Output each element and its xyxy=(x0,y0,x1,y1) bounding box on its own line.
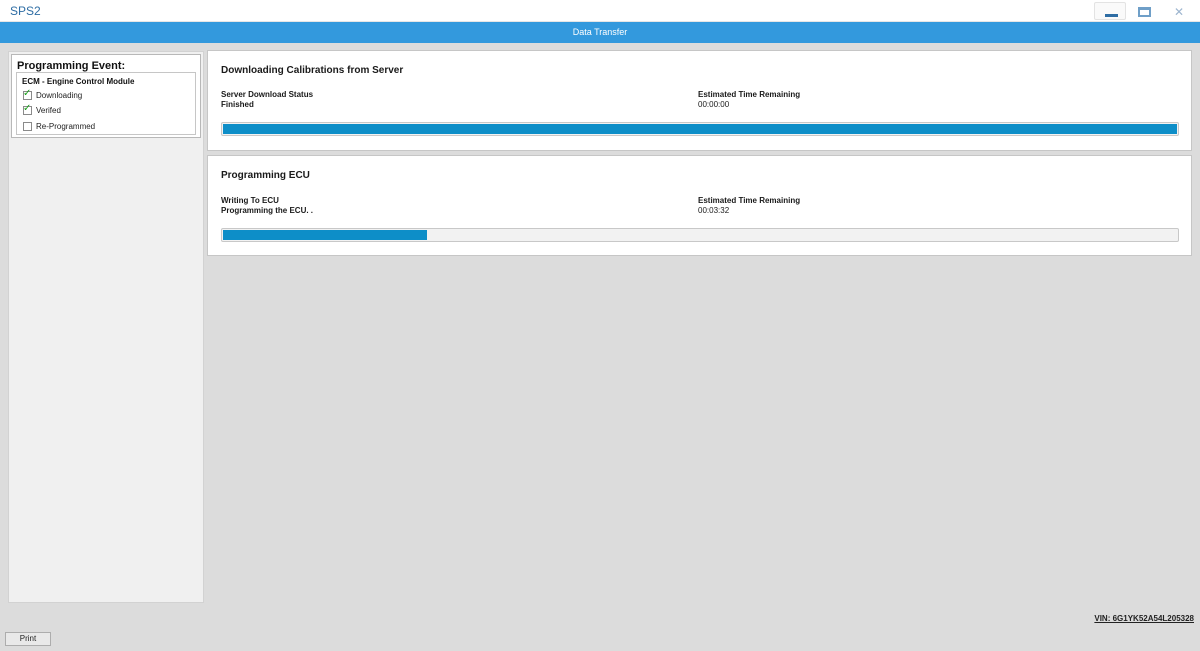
programming-progress-bar xyxy=(221,228,1179,242)
close-icon: ✕ xyxy=(1173,5,1185,19)
checkmark-icon: ✓ xyxy=(23,88,32,99)
checkbox-downloading: ✓ xyxy=(23,88,32,100)
page-header: Data Transfer xyxy=(0,22,1200,43)
programming-time-value: 00:03:32 xyxy=(698,206,730,215)
print-button[interactable]: Print xyxy=(5,632,51,646)
card-title: Downloading Calibrations from Server xyxy=(221,65,404,76)
module-name: ECM - Engine Control Module xyxy=(22,77,135,86)
step-reprogrammed: Re-Programmed xyxy=(23,121,95,132)
download-progress-bar xyxy=(221,122,1179,136)
download-time-label: Estimated Time Remaining xyxy=(698,90,801,99)
download-status-label: Server Download Status xyxy=(221,90,314,99)
checkmark-icon: ✓ xyxy=(23,103,32,114)
minimize-icon xyxy=(1105,14,1118,17)
sidebar: Programming Event: ECM - Engine Control … xyxy=(8,51,204,603)
programming-status-value: Programming the ECU. . xyxy=(221,206,314,215)
window-controls: ✕ xyxy=(1094,2,1194,20)
programming-card: Programming ECU Writing To ECU Programmi… xyxy=(207,155,1192,256)
module-box: ECM - Engine Control Module ✓ Downloadin… xyxy=(16,72,196,135)
app-title: SPS2 xyxy=(10,4,41,18)
vin-link[interactable]: VIN: 6G1YK52A54L205328 xyxy=(1094,614,1194,623)
title-bar: SPS2 ✕ xyxy=(0,0,1200,22)
programming-time-label: Estimated Time Remaining xyxy=(698,196,801,205)
step-label: Downloading xyxy=(36,91,83,100)
close-button[interactable]: ✕ xyxy=(1162,2,1194,20)
checkbox-reprogrammed xyxy=(23,122,32,131)
card-title: Programming ECU xyxy=(221,170,310,181)
checkbox-verified: ✓ xyxy=(23,103,32,115)
maximize-icon xyxy=(1138,7,1151,17)
programming-event-title: Programming Event: xyxy=(17,60,126,72)
programming-status-label: Writing To ECU xyxy=(221,196,279,205)
step-verified: ✓ Verifed xyxy=(23,103,61,116)
programming-progress-fill xyxy=(223,230,428,240)
maximize-button[interactable] xyxy=(1128,2,1160,20)
download-time-value: 00:00:00 xyxy=(698,100,730,109)
download-card: Downloading Calibrations from Server Ser… xyxy=(207,50,1192,151)
step-label: Re-Programmed xyxy=(36,122,96,131)
download-progress-fill xyxy=(223,124,1177,134)
minimize-button[interactable] xyxy=(1094,2,1126,20)
step-downloading: ✓ Downloading xyxy=(23,88,83,101)
programming-event-panel: Programming Event: ECM - Engine Control … xyxy=(11,54,201,138)
download-status-value: Finished xyxy=(221,100,254,109)
step-label: Verifed xyxy=(36,106,61,115)
